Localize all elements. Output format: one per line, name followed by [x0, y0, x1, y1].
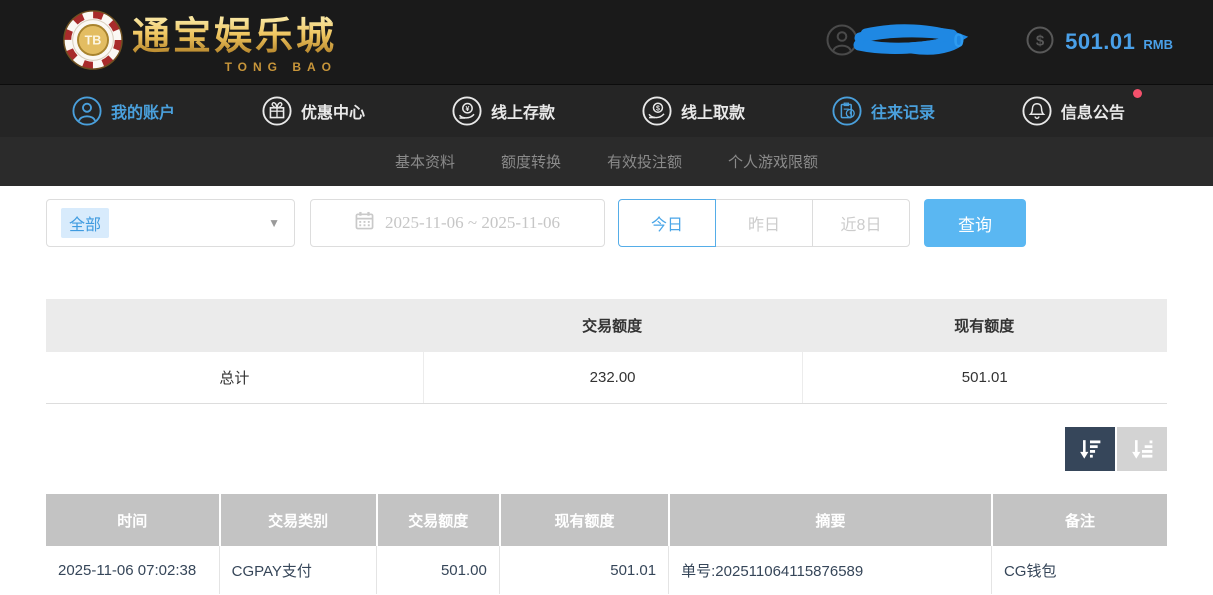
main-navigation: 我的账户 优惠中心 ¥ 线上存款 $ 线上取款 — [0, 84, 1213, 137]
nav-item-transaction-records[interactable]: 往来记录 — [832, 96, 935, 126]
summary-table: 交易额度 现有额度 总计 232.00 501.01 — [46, 299, 1167, 404]
bell-icon — [1022, 96, 1052, 126]
nav-item-promo-center[interactable]: 优惠中心 — [262, 96, 365, 126]
balance-amount: 501.01 — [1065, 29, 1135, 55]
sort-asc-icon — [1129, 436, 1156, 463]
records-table: 时间 交易类别 交易额度 现有额度 摘要 备注 2025-11-06 07:02… — [46, 494, 1167, 594]
balance-currency: RMB — [1143, 32, 1173, 52]
summary-total-amount: 232.00 — [423, 352, 802, 403]
svg-text:$: $ — [1036, 32, 1045, 49]
gift-icon — [262, 96, 292, 126]
subnav-item-credit-transfer[interactable]: 额度转换 — [501, 151, 561, 172]
nav-label: 信息公告 — [1061, 99, 1125, 123]
col-header-amount: 交易额度 — [376, 494, 499, 546]
nav-item-online-withdraw[interactable]: $ 线上取款 — [642, 96, 745, 126]
cell-balance: 501.01 — [499, 546, 668, 594]
calendar-icon — [355, 211, 374, 235]
sort-descending-button[interactable] — [1065, 427, 1115, 471]
main-content: 全部 ▼ 2025-11-06 ~ 2025-11-06 今日 — [0, 186, 1213, 594]
summary-header-row: 交易额度 现有额度 — [46, 299, 1167, 352]
transaction-type-select[interactable]: 全部 ▼ — [46, 199, 295, 247]
subnav-item-valid-bets[interactable]: 有效投注额 — [607, 151, 682, 172]
deposit-icon: ¥ — [452, 96, 482, 126]
subnav-item-basic-info[interactable]: 基本资料 — [395, 151, 455, 172]
svg-text:$: $ — [656, 105, 660, 112]
cell-summary: 单号:202511064115876589 — [668, 546, 991, 594]
account-icon — [72, 96, 102, 126]
dropdown-arrow-icon: ▼ — [268, 216, 280, 230]
notification-dot — [1133, 89, 1142, 98]
col-header-note: 备注 — [991, 494, 1167, 546]
records-icon — [832, 96, 862, 126]
records-header-row: 时间 交易类别 交易额度 现有额度 摘要 备注 — [46, 494, 1167, 546]
nav-label: 往来记录 — [871, 99, 935, 123]
cell-type: CGPAY支付 — [219, 546, 376, 594]
sort-ascending-button[interactable] — [1117, 427, 1167, 471]
account-sub-navigation: 基本资料 额度转换 有效投注额 个人游戏限额 — [0, 137, 1213, 186]
date-range-input[interactable]: 2025-11-06 ~ 2025-11-06 — [310, 199, 605, 247]
nav-item-my-account[interactable]: 我的账户 — [72, 96, 175, 126]
logo-text: 通宝娱乐城 TONG BAO — [132, 13, 337, 71]
summary-total-row: 总计 232.00 501.01 — [46, 352, 1167, 404]
selected-type-value: 全部 — [61, 208, 109, 238]
cell-time: 2025-11-06 07:02:38 — [46, 546, 219, 594]
nav-label: 我的账户 — [111, 99, 175, 123]
sort-controls — [46, 427, 1167, 471]
nav-label: 线上存款 — [491, 99, 555, 123]
dollar-icon: $ — [1026, 26, 1054, 59]
today-button[interactable]: 今日 — [618, 199, 716, 247]
poker-chip-logo-icon: TB — [62, 9, 124, 76]
col-header-summary: 摘要 — [668, 494, 991, 546]
svg-text:¥: ¥ — [465, 106, 469, 113]
sort-desc-icon — [1077, 436, 1104, 463]
nav-label: 优惠中心 — [301, 99, 365, 123]
summary-total-balance: 501.01 — [802, 352, 1167, 403]
summary-header-balance: 现有额度 — [802, 315, 1167, 336]
last8days-button[interactable]: 近8日 — [812, 199, 910, 247]
table-row: 2025-11-06 07:02:38 CGPAY支付 501.00 501.0… — [46, 546, 1167, 594]
search-button[interactable]: 查询 — [924, 199, 1026, 247]
summary-header-amount: 交易额度 — [423, 315, 802, 336]
username-display: 0 — [826, 21, 965, 64]
col-header-balance: 现有额度 — [499, 494, 668, 546]
nav-item-announcements[interactable]: 信息公告 — [1022, 96, 1125, 126]
col-header-type: 交易类别 — [219, 494, 376, 546]
nav-item-online-deposit[interactable]: ¥ 线上存款 — [452, 96, 555, 126]
yesterday-button[interactable]: 昨日 — [715, 199, 813, 247]
filter-toolbar: 全部 ▼ 2025-11-06 ~ 2025-11-06 今日 — [46, 199, 1167, 247]
nav-label: 线上取款 — [681, 99, 745, 123]
redacted-username-scribble — [852, 21, 970, 64]
subnav-item-personal-game-limit[interactable]: 个人游戏限额 — [728, 151, 818, 172]
site-logo[interactable]: TB 通宝娱乐城 TONG BAO — [62, 9, 337, 76]
balance-display: $ 501.01 RMB — [1026, 26, 1173, 59]
col-header-time: 时间 — [46, 494, 219, 546]
logo-title: 通宝娱乐城 — [132, 16, 337, 58]
svg-text:TB: TB — [85, 33, 102, 47]
logo-subtitle: TONG BAO — [225, 60, 337, 74]
cell-amount: 501.00 — [376, 546, 499, 594]
cell-note: CG钱包 — [991, 546, 1167, 594]
summary-total-label: 总计 — [46, 352, 423, 403]
withdraw-icon: $ — [642, 96, 672, 126]
date-range-value: 2025-11-06 ~ 2025-11-06 — [385, 213, 560, 233]
top-header-bar: TB 通宝娱乐城 TONG BAO — [0, 0, 1213, 84]
username-visible-suffix: 0 — [954, 31, 965, 53]
quick-date-segment: 今日 昨日 近8日 — [618, 199, 910, 247]
